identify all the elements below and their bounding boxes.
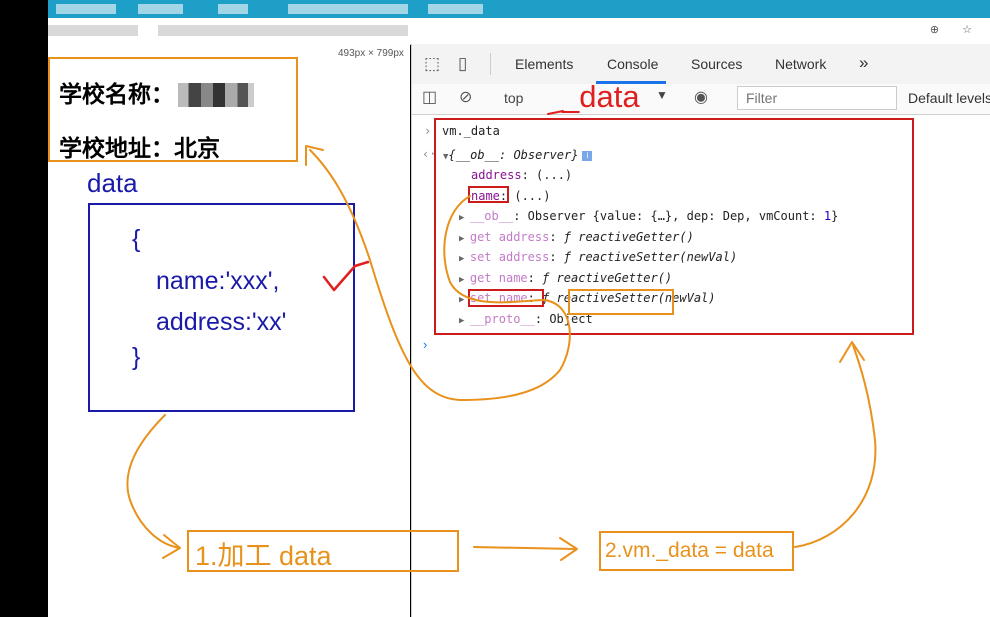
red-check-mark	[322, 260, 370, 292]
arrow-step2-to-console	[794, 344, 877, 548]
arrow-name-loop	[309, 149, 571, 401]
annotation-arrows	[126, 110, 877, 561]
red-underline	[547, 110, 564, 115]
arrow-data-to-step1	[126, 414, 181, 549]
arrow-step1-to-step2	[473, 546, 576, 550]
